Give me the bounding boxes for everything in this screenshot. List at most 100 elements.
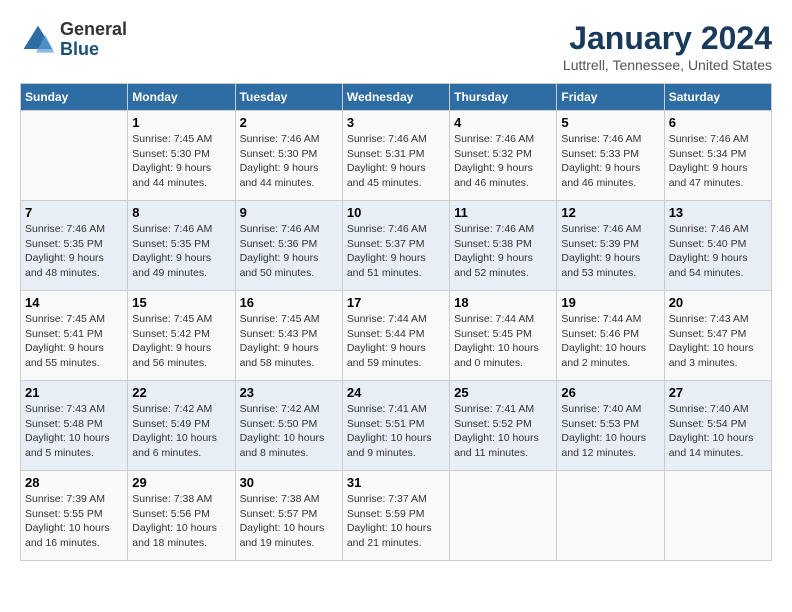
- day-number: 8: [132, 205, 230, 220]
- calendar-cell: 1Sunrise: 7:45 AM Sunset: 5:30 PM Daylig…: [128, 111, 235, 201]
- location: Luttrell, Tennessee, United States: [563, 57, 772, 73]
- day-number: 12: [561, 205, 659, 220]
- calendar-cell: 8 Sunrise: 7:46 AM Sunset: 5:35 PM Daylig…: [128, 201, 235, 291]
- day-number: 2: [240, 115, 338, 130]
- header-friday: Friday: [557, 84, 664, 111]
- header-monday: Monday: [128, 84, 235, 111]
- day-info: Sunrise: 7:39 AM Sunset: 5:55 PM Dayligh…: [25, 492, 123, 551]
- day-info: Sunrise: 7:46 AM Sunset: 5:32 PM Dayligh…: [454, 132, 552, 191]
- day-info: Sunrise: 7:46 AM Sunset: 5:38 PM Dayligh…: [454, 222, 552, 281]
- day-info: Sunrise: 7:45 AM Sunset: 5:41 PM Dayligh…: [25, 312, 123, 371]
- day-number: 6: [669, 115, 767, 130]
- calendar-cell: [450, 471, 557, 561]
- calendar-cell: 31 Sunrise: 7:37 AM Sunset: 5:59 PM Dayli…: [342, 471, 449, 561]
- calendar-cell: 6 Sunrise: 7:46 AM Sunset: 5:34 PM Daylig…: [664, 111, 771, 201]
- calendar-cell: [557, 471, 664, 561]
- day-number: 13: [669, 205, 767, 220]
- day-info: Sunrise: 7:40 AM Sunset: 5:54 PM Dayligh…: [669, 402, 767, 461]
- calendar-table: SundayMondayTuesdayWednesdayThursdayFrid…: [20, 83, 772, 561]
- day-info: Sunrise: 7:37 AM Sunset: 5:59 PM Dayligh…: [347, 492, 445, 551]
- calendar-header-row: SundayMondayTuesdayWednesdayThursdayFrid…: [21, 84, 772, 111]
- day-number: 30: [240, 475, 338, 490]
- calendar-cell: 22 Sunrise: 7:42 AM Sunset: 5:49 PM Dayli…: [128, 381, 235, 471]
- calendar-cell: 23 Sunrise: 7:42 AM Sunset: 5:50 PM Dayli…: [235, 381, 342, 471]
- calendar-cell: 21 Sunrise: 7:43 AM Sunset: 5:48 PM Dayli…: [21, 381, 128, 471]
- header-wednesday: Wednesday: [342, 84, 449, 111]
- calendar-cell: 7Sunrise: 7:46 AM Sunset: 5:35 PM Daylig…: [21, 201, 128, 291]
- week-row-0: 1Sunrise: 7:45 AM Sunset: 5:30 PM Daylig…: [21, 111, 772, 201]
- day-info: Sunrise: 7:42 AM Sunset: 5:49 PM Dayligh…: [132, 402, 230, 461]
- day-number: 23: [240, 385, 338, 400]
- header-saturday: Saturday: [664, 84, 771, 111]
- calendar-cell: 20 Sunrise: 7:43 AM Sunset: 5:47 PM Dayli…: [664, 291, 771, 381]
- title-block: January 2024 Luttrell, Tennessee, United…: [563, 20, 772, 73]
- calendar-cell: 25Sunrise: 7:41 AM Sunset: 5:52 PM Dayli…: [450, 381, 557, 471]
- day-info: Sunrise: 7:45 AM Sunset: 5:43 PM Dayligh…: [240, 312, 338, 371]
- calendar-cell: 13Sunrise: 7:46 AM Sunset: 5:40 PM Dayli…: [664, 201, 771, 291]
- week-row-4: 28 Sunrise: 7:39 AM Sunset: 5:55 PM Dayli…: [21, 471, 772, 561]
- calendar-cell: 9Sunrise: 7:46 AM Sunset: 5:36 PM Daylig…: [235, 201, 342, 291]
- calendar-cell: 12 Sunrise: 7:46 AM Sunset: 5:39 PM Dayli…: [557, 201, 664, 291]
- logo-blue: Blue: [60, 39, 99, 59]
- day-info: Sunrise: 7:41 AM Sunset: 5:52 PM Dayligh…: [454, 402, 552, 461]
- day-number: 4: [454, 115, 552, 130]
- day-info: Sunrise: 7:44 AM Sunset: 5:46 PM Dayligh…: [561, 312, 659, 371]
- day-info: Sunrise: 7:46 AM Sunset: 5:34 PM Dayligh…: [669, 132, 767, 191]
- day-number: 3: [347, 115, 445, 130]
- calendar-cell: 28 Sunrise: 7:39 AM Sunset: 5:55 PM Dayli…: [21, 471, 128, 561]
- logo-text: General Blue: [60, 20, 127, 60]
- calendar-cell: 29 Sunrise: 7:38 AM Sunset: 5:56 PM Dayli…: [128, 471, 235, 561]
- week-row-3: 21 Sunrise: 7:43 AM Sunset: 5:48 PM Dayli…: [21, 381, 772, 471]
- day-info: Sunrise: 7:46 AM Sunset: 5:35 PM Dayligh…: [132, 222, 230, 281]
- logo-general: General: [60, 19, 127, 39]
- calendar-cell: 15 Sunrise: 7:45 AM Sunset: 5:42 PM Dayli…: [128, 291, 235, 381]
- day-info: Sunrise: 7:46 AM Sunset: 5:30 PM Dayligh…: [240, 132, 338, 191]
- calendar-cell: 30 Sunrise: 7:38 AM Sunset: 5:57 PM Dayli…: [235, 471, 342, 561]
- calendar-cell: 16 Sunrise: 7:45 AM Sunset: 5:43 PM Dayli…: [235, 291, 342, 381]
- day-number: 28: [25, 475, 123, 490]
- day-number: 27: [669, 385, 767, 400]
- day-number: 29: [132, 475, 230, 490]
- day-info: Sunrise: 7:38 AM Sunset: 5:56 PM Dayligh…: [132, 492, 230, 551]
- day-info: Sunrise: 7:43 AM Sunset: 5:48 PM Dayligh…: [25, 402, 123, 461]
- day-number: 19: [561, 295, 659, 310]
- month-title: January 2024: [563, 20, 772, 57]
- day-info: Sunrise: 7:45 AM Sunset: 5:42 PM Dayligh…: [132, 312, 230, 371]
- calendar-body: 1Sunrise: 7:45 AM Sunset: 5:30 PM Daylig…: [21, 111, 772, 561]
- calendar-cell: [664, 471, 771, 561]
- day-number: 21: [25, 385, 123, 400]
- day-info: Sunrise: 7:38 AM Sunset: 5:57 PM Dayligh…: [240, 492, 338, 551]
- day-number: 5: [561, 115, 659, 130]
- day-info: Sunrise: 7:44 AM Sunset: 5:45 PM Dayligh…: [454, 312, 552, 371]
- calendar-cell: 10 Sunrise: 7:46 AM Sunset: 5:37 PM Dayli…: [342, 201, 449, 291]
- day-number: 14: [25, 295, 123, 310]
- day-info: Sunrise: 7:41 AM Sunset: 5:51 PM Dayligh…: [347, 402, 445, 461]
- day-number: 15: [132, 295, 230, 310]
- header-tuesday: Tuesday: [235, 84, 342, 111]
- calendar-cell: 4 Sunrise: 7:46 AM Sunset: 5:32 PM Daylig…: [450, 111, 557, 201]
- day-number: 10: [347, 205, 445, 220]
- day-number: 9: [240, 205, 338, 220]
- day-number: 18: [454, 295, 552, 310]
- calendar-cell: 17Sunrise: 7:44 AM Sunset: 5:44 PM Dayli…: [342, 291, 449, 381]
- day-number: 24: [347, 385, 445, 400]
- calendar-cell: 14 Sunrise: 7:45 AM Sunset: 5:41 PM Dayli…: [21, 291, 128, 381]
- day-info: Sunrise: 7:43 AM Sunset: 5:47 PM Dayligh…: [669, 312, 767, 371]
- day-info: Sunrise: 7:46 AM Sunset: 5:37 PM Dayligh…: [347, 222, 445, 281]
- day-number: 31: [347, 475, 445, 490]
- calendar-cell: 2 Sunrise: 7:46 AM Sunset: 5:30 PM Daylig…: [235, 111, 342, 201]
- logo: General Blue: [20, 20, 127, 60]
- day-info: Sunrise: 7:44 AM Sunset: 5:44 PM Dayligh…: [347, 312, 445, 371]
- day-number: 22: [132, 385, 230, 400]
- day-info: Sunrise: 7:46 AM Sunset: 5:33 PM Dayligh…: [561, 132, 659, 191]
- day-info: Sunrise: 7:46 AM Sunset: 5:39 PM Dayligh…: [561, 222, 659, 281]
- day-number: 20: [669, 295, 767, 310]
- calendar-cell: 19 Sunrise: 7:44 AM Sunset: 5:46 PM Dayli…: [557, 291, 664, 381]
- calendar-cell: 27 Sunrise: 7:40 AM Sunset: 5:54 PM Dayli…: [664, 381, 771, 471]
- day-number: 16: [240, 295, 338, 310]
- day-info: Sunrise: 7:40 AM Sunset: 5:53 PM Dayligh…: [561, 402, 659, 461]
- calendar-cell: 3Sunrise: 7:46 AM Sunset: 5:31 PM Daylig…: [342, 111, 449, 201]
- day-number: 26: [561, 385, 659, 400]
- day-info: Sunrise: 7:42 AM Sunset: 5:50 PM Dayligh…: [240, 402, 338, 461]
- day-info: Sunrise: 7:45 AM Sunset: 5:30 PM Dayligh…: [132, 132, 230, 191]
